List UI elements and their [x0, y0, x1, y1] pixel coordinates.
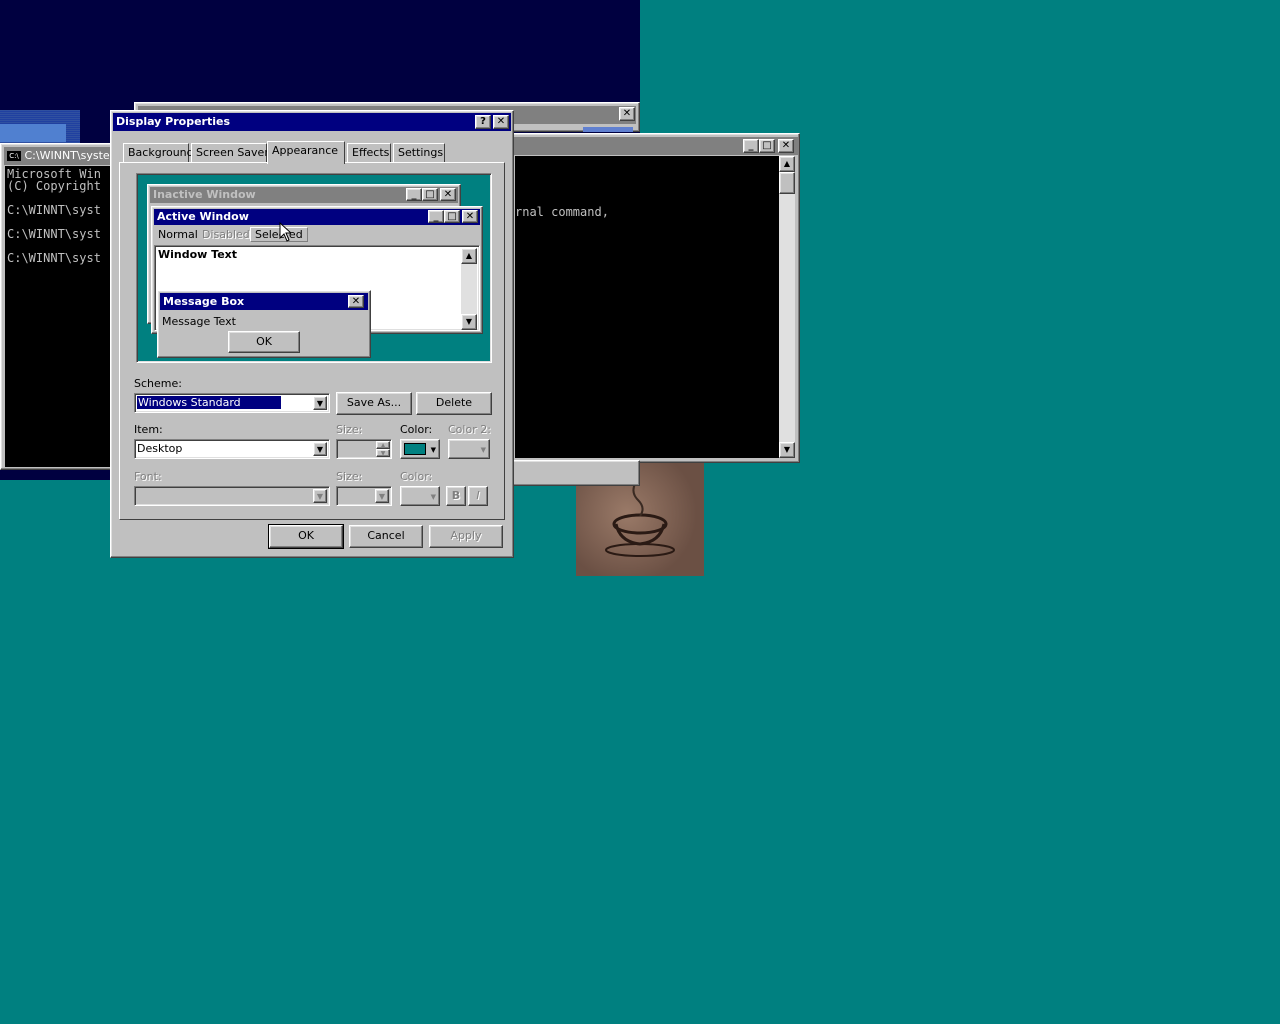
- item-color2-label: Color 2:: [448, 423, 491, 436]
- cmd-right-console[interactable]: rnal command,: [515, 156, 779, 458]
- apply-button[interactable]: Apply: [429, 525, 503, 548]
- dialog-titlebar[interactable]: Display Properties: [113, 113, 511, 131]
- font-color-button: ▼: [400, 486, 440, 506]
- save-as-button[interactable]: Save As...: [336, 392, 412, 415]
- preview-scroll-down-icon: ▼: [461, 314, 477, 330]
- cmd-window-right[interactable]: _ □ ✕ rnal command, ▲ ▼: [510, 133, 800, 463]
- preview-active-title: Active Window: [157, 210, 249, 223]
- scroll-down-icon[interactable]: ▼: [779, 442, 795, 458]
- spinner-down-icon: ▼: [376, 449, 390, 457]
- background-window-bottom[interactable]: [510, 460, 640, 486]
- cmd-left-line: C:\WINNT\syst: [7, 227, 101, 241]
- italic-button: I: [468, 486, 488, 506]
- item-color-swatch: [404, 443, 426, 455]
- item-color2-button: ▼: [448, 439, 490, 459]
- scheme-label: Scheme:: [134, 377, 182, 390]
- item-color2-arrow-icon: ▼: [480, 446, 486, 454]
- mouse-cursor-icon: [279, 222, 291, 242]
- cmd-left-line: (C) Copyright: [7, 179, 101, 193]
- preview-inactive-minimize-icon: _: [406, 188, 422, 201]
- help-icon[interactable]: ?: [475, 115, 491, 129]
- desktop-pattern-strip-2: [0, 124, 66, 142]
- background-window-top-close-icon[interactable]: ✕: [619, 107, 635, 121]
- preview-active-close-icon: ✕: [462, 210, 478, 223]
- item-color-button[interactable]: ▼: [400, 439, 440, 459]
- preview-msgbox-title: Message Box: [163, 295, 245, 308]
- preview-window-text: Window Text: [158, 248, 238, 261]
- preview-inactive-close-icon: ✕: [440, 188, 456, 201]
- preview-area: Inactive Window _ □ ✕ Active Window _ □ …: [136, 173, 492, 363]
- font-label: Font:: [134, 470, 162, 483]
- cmd-left-console[interactable]: Microsoft Win (C) Copyright C:\WINNT\syst C…: [5, 166, 115, 467]
- scheme-dropdown-arrow-icon[interactable]: ▼: [313, 396, 327, 410]
- scheme-dropdown[interactable]: Windows Standard ▼: [134, 393, 330, 413]
- preview-menu-disabled: Disabled: [202, 228, 250, 241]
- cmd-right-scrollbar[interactable]: ▲ ▼: [779, 156, 795, 458]
- preview-active-minimize-icon: _: [428, 210, 444, 223]
- delete-button[interactable]: Delete: [416, 392, 492, 415]
- preview-message-box: Message Box ✕ Message Text OK: [157, 290, 371, 358]
- item-color-label: Color:: [400, 423, 433, 436]
- scroll-up-icon[interactable]: ▲: [779, 156, 795, 172]
- font-color-label: Color:: [400, 470, 433, 483]
- background-window-top-strip: [583, 127, 633, 132]
- tab-strip: Background Screen Saver Appearance Effec…: [121, 141, 511, 164]
- appearance-page: Inactive Window _ □ ✕ Active Window _ □ …: [119, 162, 505, 520]
- item-value: Desktop: [137, 442, 183, 455]
- font-dropdown-arrow-icon: ▼: [313, 489, 327, 503]
- cmd-right-output: rnal command,: [515, 205, 609, 219]
- cmd-left-line: C:\WINNT\syst: [7, 251, 101, 265]
- item-dropdown[interactable]: Desktop ▼: [134, 439, 330, 459]
- display-properties-dialog[interactable]: Display Properties ? ✕ Background Screen…: [110, 110, 514, 558]
- cmd-left-title: C:\WINNT\syste: [24, 149, 110, 162]
- preview-scrollbar: ▲ ▼: [461, 248, 477, 330]
- cmd-left-output: Microsoft Win (C) Copyright C:\WINNT\syst C…: [5, 166, 115, 264]
- preview-msgbox-text: Message Text: [162, 315, 236, 328]
- spinner-up-icon: ▲: [376, 441, 390, 449]
- dialog-title: Display Properties: [116, 115, 231, 128]
- scroll-thumb[interactable]: [779, 172, 795, 194]
- cmd-window-left[interactable]: C:\ C:\WINNT\syste Microsoft Win (C) Copy…: [0, 143, 115, 470]
- cmd-right-minimize-icon[interactable]: _: [743, 139, 759, 153]
- preview-msgbox-titlebar: Message Box: [160, 293, 368, 310]
- cmd-left-titlebar[interactable]: C:\ C:\WINNT\syste: [4, 147, 114, 165]
- preview-inactive-title: Inactive Window: [153, 188, 256, 201]
- tab-background[interactable]: Background: [123, 143, 194, 163]
- item-color-arrow-icon: ▼: [430, 446, 436, 454]
- cmd-left-line: C:\WINNT\syst: [7, 203, 101, 217]
- font-dropdown: ▼: [134, 486, 330, 506]
- font-size-label: Size:: [336, 470, 363, 483]
- tab-screen-saver[interactable]: Screen Saver: [191, 143, 269, 163]
- preview-scroll-up-icon: ▲: [461, 248, 477, 264]
- font-size-arrow-icon: ▼: [375, 489, 389, 503]
- tab-effects[interactable]: Effects: [347, 143, 391, 163]
- item-size-spinner: ▲ ▼: [336, 439, 392, 459]
- tab-settings[interactable]: Settings: [393, 143, 445, 163]
- close-icon[interactable]: ✕: [493, 115, 509, 129]
- cmd-right-close-icon[interactable]: ✕: [778, 139, 794, 153]
- item-size-label: Size:: [336, 423, 363, 436]
- font-color-arrow-icon: ▼: [430, 493, 436, 501]
- cmd-icon: C:\: [7, 151, 21, 161]
- item-dropdown-arrow-icon[interactable]: ▼: [313, 442, 327, 456]
- bold-button: B: [446, 486, 466, 506]
- preview-active-maximize-icon: □: [444, 210, 460, 223]
- preview-inactive-maximize-icon: □: [422, 188, 438, 201]
- preview-msgbox-close-icon: ✕: [348, 295, 364, 308]
- ok-button[interactable]: OK: [268, 524, 344, 549]
- preview-menu-normal: Normal: [158, 228, 198, 241]
- font-size-dropdown: ▼: [336, 486, 392, 506]
- tab-appearance[interactable]: Appearance: [267, 141, 345, 164]
- item-label: Item:: [134, 423, 163, 436]
- cancel-button[interactable]: Cancel: [349, 525, 423, 548]
- preview-msgbox-ok-button: OK: [228, 331, 300, 353]
- scheme-value: Windows Standard: [136, 395, 282, 410]
- cmd-right-maximize-icon[interactable]: □: [759, 139, 775, 153]
